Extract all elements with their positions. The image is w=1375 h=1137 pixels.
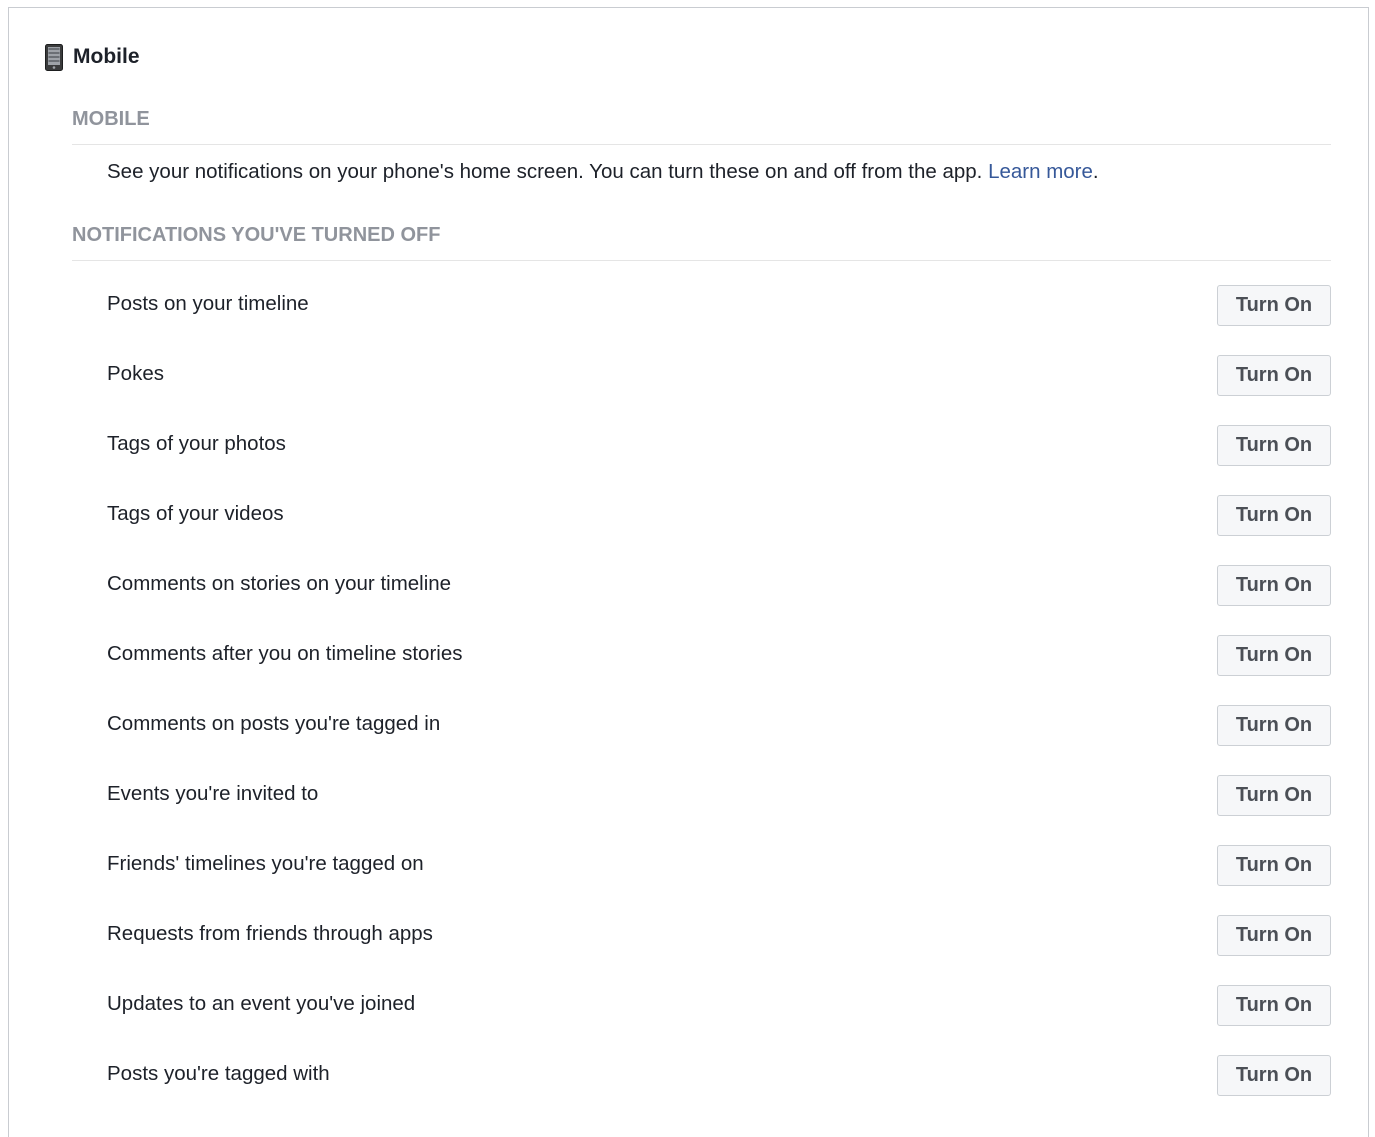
notification-label: Friends' timelines you're tagged on xyxy=(107,852,424,875)
notification-label: Tags of your photos xyxy=(107,432,286,455)
notification-label: Requests from friends through apps xyxy=(107,922,433,945)
mobile-notifications-panel: Mobile MOBILE See your notifications on … xyxy=(8,7,1369,1137)
turn-on-button[interactable]: Turn On xyxy=(1217,985,1331,1026)
notification-row: Updates to an event you've joined Turn On xyxy=(72,970,1331,1040)
section-heading-mobile: MOBILE xyxy=(72,108,1331,145)
notification-label: Updates to an event you've joined xyxy=(107,992,416,1015)
turn-on-button[interactable]: Turn On xyxy=(1217,635,1331,676)
notification-row: Comments after you on timeline stories Tu… xyxy=(72,620,1331,690)
notification-label: Posts you're tagged with xyxy=(107,1062,330,1085)
turn-on-button[interactable]: Turn On xyxy=(1217,845,1331,886)
notification-label: Events you're invited to xyxy=(107,782,319,805)
mobile-description: See your notifications on your phone's h… xyxy=(107,160,1099,184)
turn-on-button[interactable]: Turn On xyxy=(1217,355,1331,396)
notification-row: Tags of your videos Turn On xyxy=(72,480,1331,550)
notification-row: Requests from friends through apps Turn O… xyxy=(72,900,1331,970)
notification-label: Pokes xyxy=(107,362,164,385)
notification-label: Tags of your videos xyxy=(107,502,284,525)
panel-title: Mobile xyxy=(73,45,140,68)
mobile-phone-icon xyxy=(45,43,63,71)
notification-label: Comments after you on timeline stories xyxy=(107,642,463,665)
description-text: See your notifications on your phone's h… xyxy=(107,160,989,183)
notification-row: Events you're invited to Turn On xyxy=(72,760,1331,830)
learn-more-link[interactable]: Learn more xyxy=(988,160,1093,183)
notification-row: Comments on posts you're tagged in Turn O… xyxy=(72,690,1331,760)
notification-row: Pokes Turn On xyxy=(72,340,1331,410)
section-heading-turned-off: NOTIFICATIONS YOU'VE TURNED OFF xyxy=(72,224,1331,261)
turn-on-button[interactable]: Turn On xyxy=(1217,705,1331,746)
turn-on-button[interactable]: Turn On xyxy=(1217,425,1331,466)
turn-on-button[interactable]: Turn On xyxy=(1217,1055,1331,1096)
turn-on-button[interactable]: Turn On xyxy=(1217,915,1331,956)
notification-row: Posts on your timeline Turn On xyxy=(72,270,1331,340)
notification-row: Posts you're tagged with Turn On xyxy=(72,1040,1331,1110)
notification-row: Friends' timelines you're tagged on Turn … xyxy=(72,830,1331,900)
notification-label: Comments on posts you're tagged in xyxy=(107,712,441,735)
description-trailing: . xyxy=(1092,160,1099,183)
notification-row: Comments on stories on your timeline Turn… xyxy=(72,550,1331,620)
turn-on-button[interactable]: Turn On xyxy=(1217,285,1331,326)
notification-label: Comments on stories on your timeline xyxy=(107,572,452,595)
panel-header: Mobile xyxy=(45,42,140,72)
turn-on-button[interactable]: Turn On xyxy=(1217,775,1331,816)
notification-row: Tags of your photos Turn On xyxy=(72,410,1331,480)
turn-on-button[interactable]: Turn On xyxy=(1217,565,1331,606)
turned-off-list: Posts on your timeline Turn On Pokes Turn O… xyxy=(72,270,1331,1110)
turn-on-button[interactable]: Turn On xyxy=(1217,495,1331,536)
notification-label: Posts on your timeline xyxy=(107,292,309,315)
